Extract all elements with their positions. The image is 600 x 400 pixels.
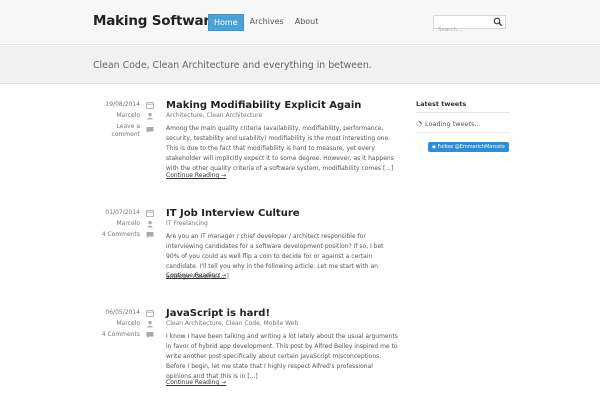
post-date: 19/08/2014 — [96, 101, 154, 109]
post-title[interactable]: Making Modifiability Explicit Again — [166, 100, 361, 111]
post-excerpt: I know I have been talking and writing a… — [166, 333, 398, 380]
calendar-icon — [146, 210, 154, 217]
site-title[interactable]: Making Software — [93, 13, 219, 29]
search-input[interactable] — [434, 24, 492, 36]
continue-reading-link[interactable]: Continue Reading → — [166, 379, 226, 386]
post-meta: 01/07/2014 Marcelo 4 Comments — [96, 209, 154, 242]
post-comments-text: Leave a comment — [111, 123, 140, 138]
post-author: Marcelo — [96, 320, 154, 328]
post-comments-text: 4 Comments — [101, 331, 140, 338]
nav-item-about[interactable]: About — [290, 14, 324, 31]
post-categories[interactable]: Clean Architecture, Clean Code, Mobile W… — [166, 320, 298, 327]
search-box — [433, 15, 506, 36]
post-title[interactable]: IT Job Interview Culture — [166, 208, 300, 219]
twitter-follow-button[interactable]: ◆ Follow @EmmerichMarcelo — [428, 142, 509, 152]
follow-label: Follow @EmmerichMarcelo — [437, 144, 505, 150]
twitter-bird-icon: ◆ — [432, 144, 436, 150]
tagline-bar: Clean Code, Clean Architecture and every… — [0, 46, 600, 84]
main-nav: Home Archives About — [208, 14, 324, 31]
continue-reading-link[interactable]: Continue Reading → — [166, 172, 226, 179]
user-icon — [147, 320, 153, 328]
post-meta: 19/08/2014 Marcelo Leave a comment — [96, 101, 154, 142]
continue-reading-link[interactable]: Continue Reading → — [166, 272, 226, 279]
post-date: 01/07/2014 — [96, 209, 154, 217]
post-title[interactable]: JavaScript is hard! — [166, 308, 270, 319]
post-meta: 06/05/2014 Marcelo 4 Comments — [96, 309, 154, 342]
widget-title: Latest tweets — [416, 100, 510, 113]
site-tagline: Clean Code, Clean Architecture and every… — [93, 60, 372, 71]
post-excerpt: Among the main quality criteria (availab… — [166, 125, 394, 172]
post-author: Marcelo — [96, 112, 154, 120]
post-author-text: Marcelo — [116, 320, 140, 327]
site-header: Making Software Home Archives About — [0, 0, 600, 45]
post-author-text: Marcelo — [116, 112, 140, 119]
loading-text: Loading tweets... — [425, 120, 481, 128]
user-icon — [147, 112, 153, 120]
user-icon — [147, 220, 153, 228]
post-comments-text: 4 Comments — [101, 231, 140, 238]
nav-item-archives[interactable]: Archives — [245, 14, 289, 31]
post-date: 06/05/2014 — [96, 309, 154, 317]
comment-icon — [146, 127, 154, 133]
calendar-icon — [146, 310, 154, 317]
post-author: Marcelo — [96, 220, 154, 228]
post-categories[interactable]: Architecture, Clean Architecture — [166, 112, 262, 119]
post-comments-link[interactable]: Leave a comment — [96, 123, 154, 139]
post-date-text: 01/07/2014 — [105, 209, 140, 216]
comment-icon — [146, 232, 154, 238]
comment-icon — [146, 332, 154, 338]
nav-item-home[interactable]: Home — [208, 14, 244, 31]
post-date-text: 06/05/2014 — [105, 309, 140, 316]
search-icon[interactable] — [493, 17, 503, 27]
post-author-text: Marcelo — [116, 220, 140, 227]
tweets-loading: Loading tweets... — [416, 120, 510, 133]
post-comments-link[interactable]: 4 Comments — [96, 331, 154, 339]
sidebar: Latest tweets Loading tweets... ◆ Follow… — [416, 100, 510, 152]
post-comments-link[interactable]: 4 Comments — [96, 231, 154, 239]
post-date-text: 19/08/2014 — [105, 101, 140, 108]
calendar-icon — [146, 102, 154, 109]
loading-spinner-icon — [416, 121, 422, 127]
post-categories[interactable]: IT Freelancing — [166, 220, 208, 227]
